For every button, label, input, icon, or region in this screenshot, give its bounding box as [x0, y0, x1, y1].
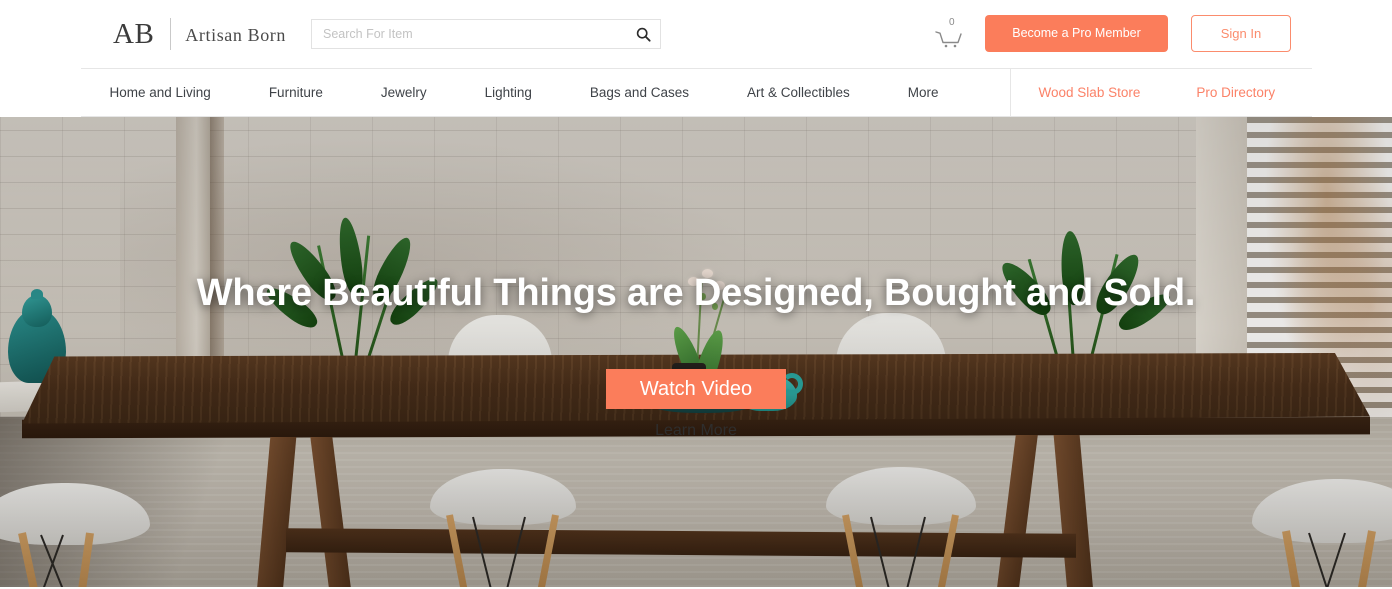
learn-more-link[interactable]: Learn More — [655, 422, 737, 440]
hero-cta-group: Watch Video Learn More — [606, 369, 786, 440]
shopping-cart-icon — [935, 31, 962, 48]
sign-in-button[interactable]: Sign In — [1191, 14, 1291, 52]
watch-video-button[interactable]: Watch Video — [606, 369, 786, 409]
cart-count-badge: 0 — [949, 17, 955, 28]
main-navigation: Home and Living Furniture Jewelry Lighti… — [80, 68, 1312, 117]
header-actions: 0 Become a Pro Member Sign In — [932, 14, 1291, 52]
nav-item-wood-slab-store[interactable]: Wood Slab Store — [1011, 69, 1169, 116]
nav-item-lighting[interactable]: Lighting — [456, 69, 561, 116]
search-icon — [636, 27, 651, 42]
nav-secondary-group: Wood Slab Store Pro Directory — [1011, 69, 1304, 116]
hero-content: Where Beautiful Things are Designed, Bou… — [0, 117, 1392, 587]
hero-headline: Where Beautiful Things are Designed, Bou… — [196, 272, 1196, 314]
nav-primary-group: Home and Living Furniture Jewelry Lighti… — [81, 69, 968, 116]
nav-item-jewelry[interactable]: Jewelry — [352, 69, 456, 116]
site-header: AB Artisan Born 0 Become — [0, 0, 1392, 68]
nav-item-furniture[interactable]: Furniture — [240, 69, 352, 116]
nav-item-more[interactable]: More — [879, 69, 968, 116]
cart-button[interactable]: 0 — [932, 16, 966, 50]
hero-section: Where Beautiful Things are Designed, Bou… — [0, 117, 1392, 587]
search-button[interactable] — [626, 20, 660, 48]
logo-brand-name: Artisan Born — [185, 25, 286, 45]
logo-monogram: AB — [113, 17, 155, 50]
search-bar[interactable] — [311, 19, 661, 49]
nav-item-home-and-living[interactable]: Home and Living — [81, 69, 240, 116]
search-input[interactable] — [312, 20, 626, 48]
logo-divider — [170, 18, 172, 50]
nav-item-art-and-collectibles[interactable]: Art & Collectibles — [718, 69, 879, 116]
nav-item-bags-and-cases[interactable]: Bags and Cases — [561, 69, 718, 116]
become-pro-member-button[interactable]: Become a Pro Member — [985, 14, 1168, 52]
page-root: AB Artisan Born 0 Become — [0, 0, 1392, 589]
site-logo[interactable]: AB Artisan Born — [113, 17, 286, 51]
nav-item-pro-directory[interactable]: Pro Directory — [1168, 69, 1303, 116]
